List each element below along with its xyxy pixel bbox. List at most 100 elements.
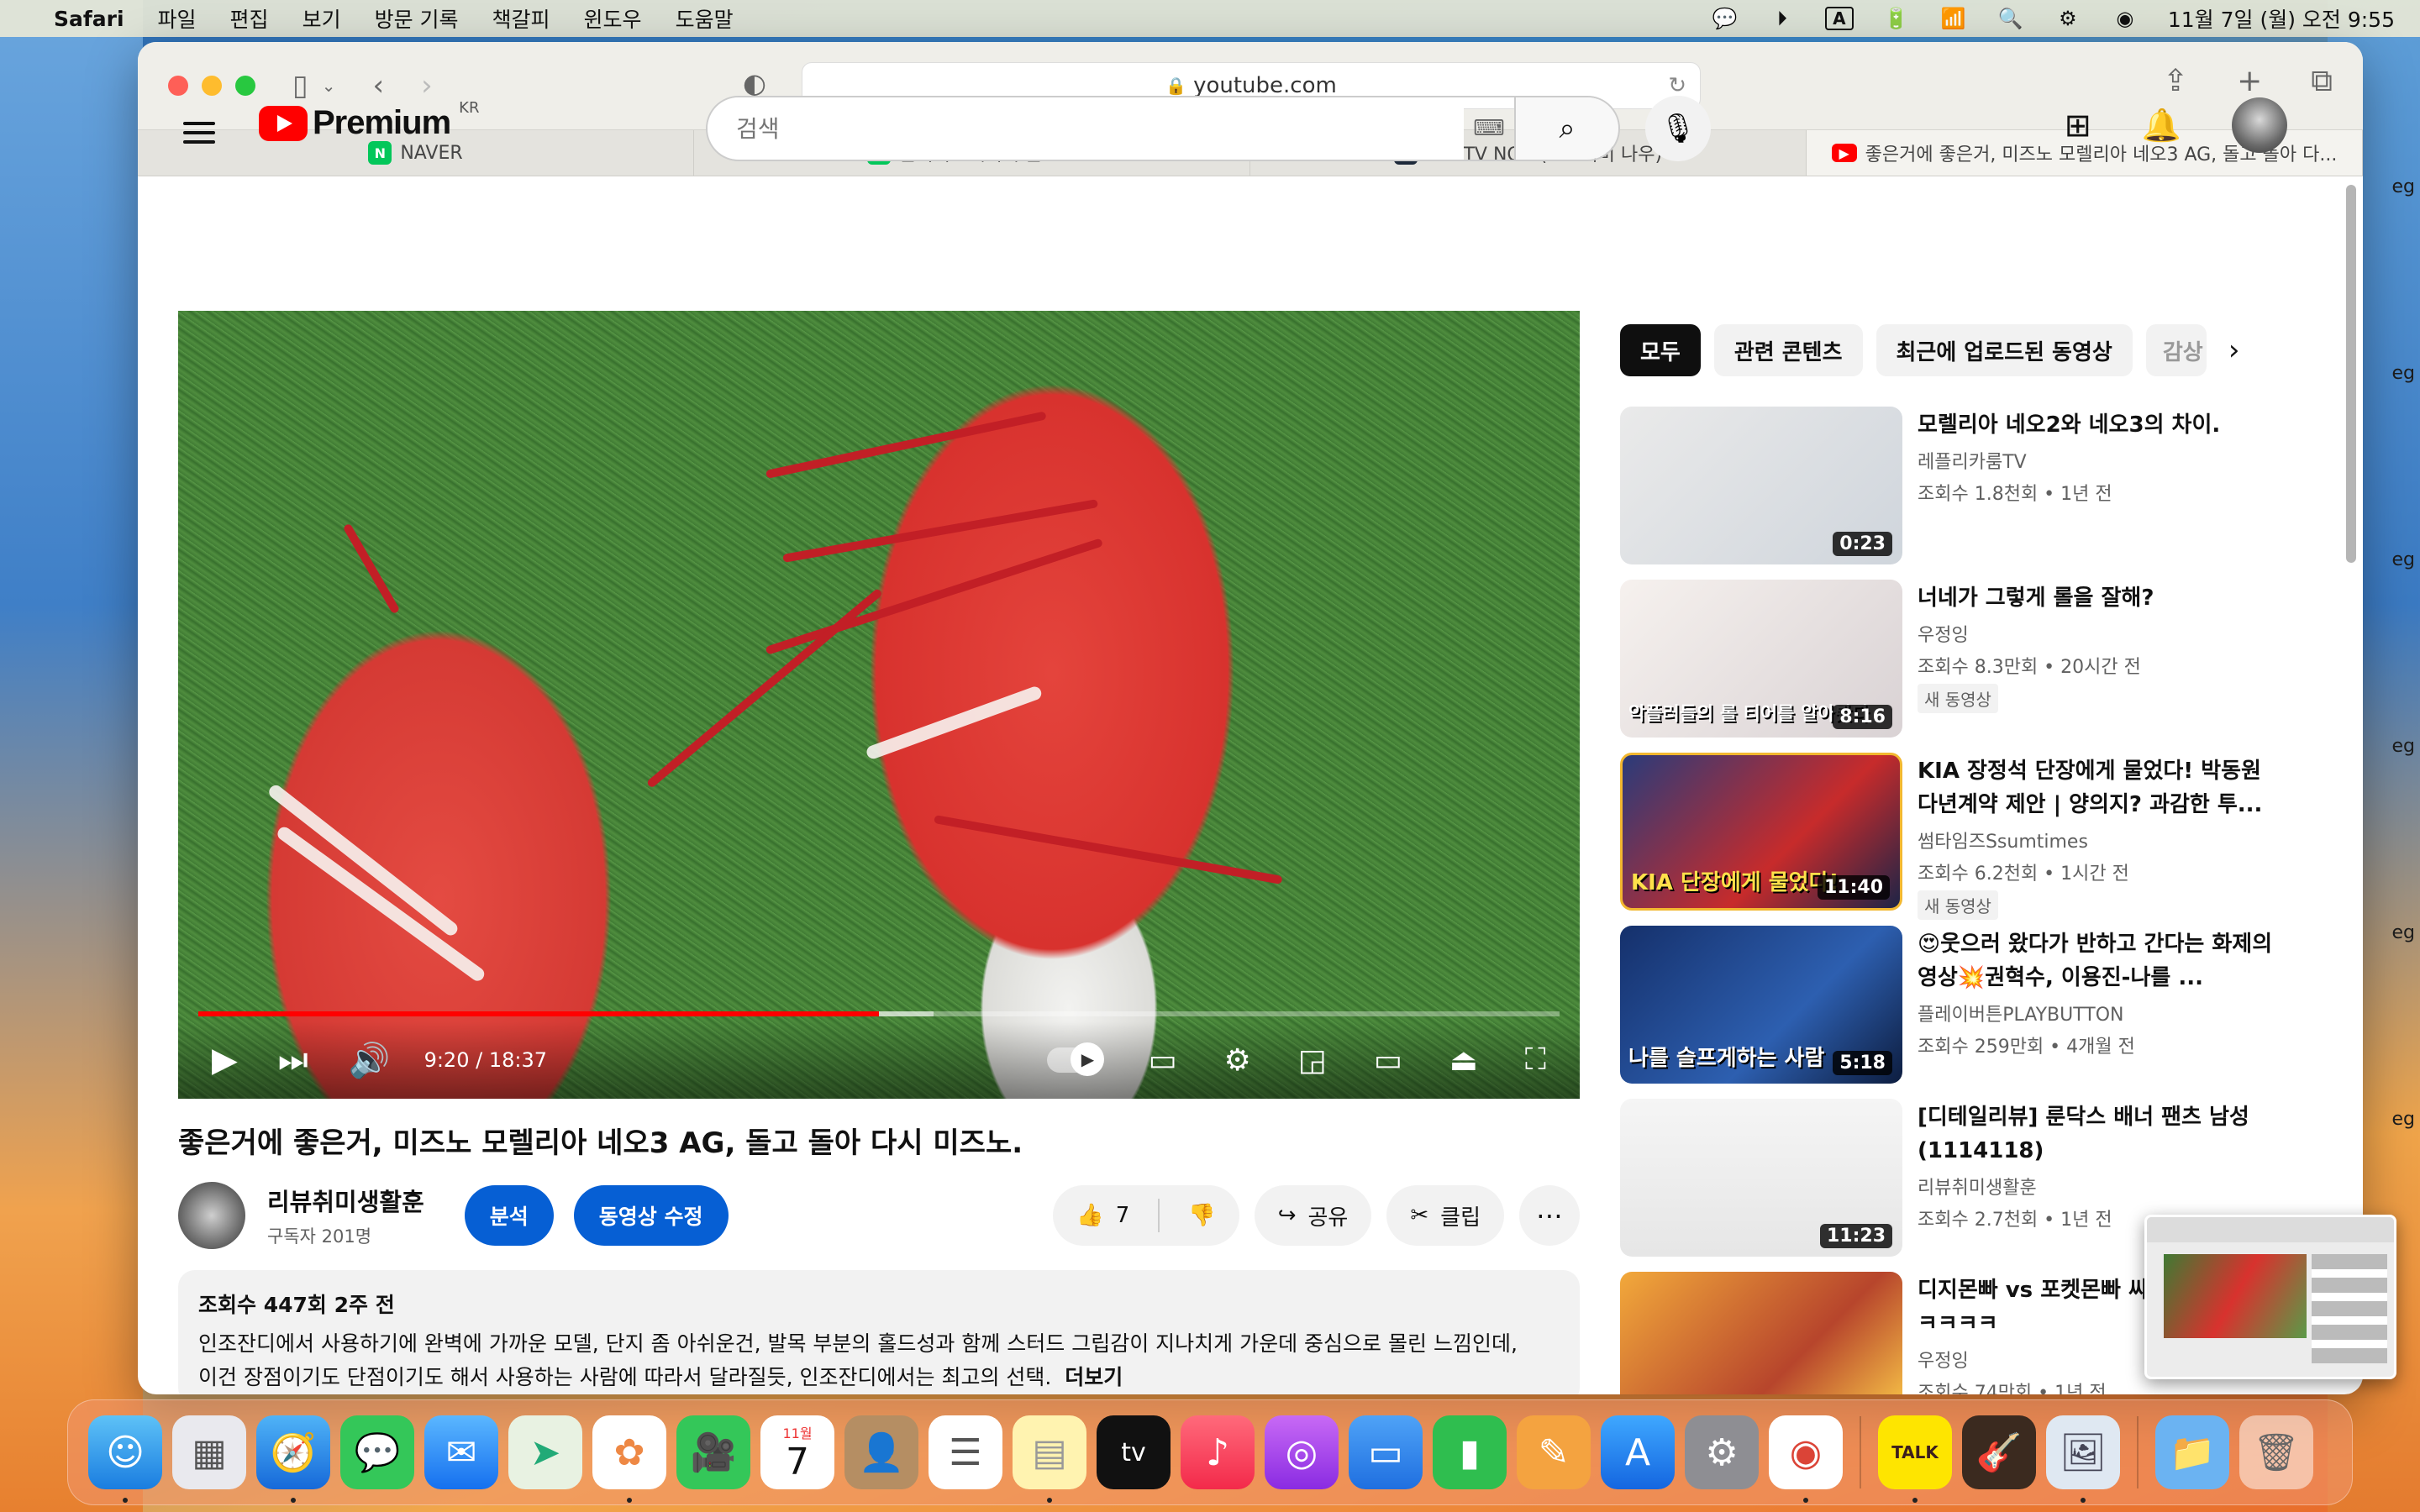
miniplayer-icon[interactable]: ◲	[1298, 1043, 1327, 1078]
sidebar-toggle-icon[interactable]: ▯	[292, 69, 308, 102]
video-title[interactable]: 😍웃으러 왔다가 반하고 간다는 화제의 영상💥권혁수, 이용진-나를 ...	[1918, 927, 2275, 995]
sidebar-chevron-down-icon[interactable]: ⌄	[322, 76, 336, 96]
fullscreen-icon[interactable]: ⛶	[1525, 1042, 1546, 1078]
video-thumbnail[interactable]: 0:23	[1620, 407, 1902, 564]
channel-name[interactable]: 썸타임즈Ssumtimes	[1918, 827, 2275, 853]
volume-icon[interactable]: 🔊	[349, 1041, 391, 1080]
recommended-video[interactable]: 나를 슬프게하는 사람 5:18 😍웃으러 왔다가 반하고 간다는 화제의 영상…	[1620, 926, 2275, 1099]
channel-name[interactable]: 리뷰취미생활훈	[1918, 1173, 2275, 1200]
trash-icon[interactable]: 🗑	[2239, 1415, 2313, 1489]
channel-avatar[interactable]	[178, 1182, 245, 1249]
back-button[interactable]: ‹	[372, 69, 384, 102]
recommended-video[interactable]: 악플러들의 롤 티어를 알아봤다 8:16 너네가 그렇게 롤을 잘해? 우정잉…	[1620, 580, 2275, 753]
contacts-icon[interactable]: 👤	[844, 1415, 918, 1489]
create-video-icon[interactable]: ⊞	[2065, 107, 2091, 144]
video-player[interactable]: ▶ ⏭ 🔊 9:20 / 18:37 ▭ ⚙ ◲ ▭ ⏏ ⛶	[178, 311, 1580, 1099]
show-more-link[interactable]: 더보기	[1065, 1365, 1123, 1389]
spotlight-search-icon[interactable]: 🔍	[1996, 7, 2025, 30]
garageband-icon[interactable]: 🎸	[1962, 1415, 2036, 1489]
menu-file[interactable]: 파일	[158, 3, 197, 34]
airplay-icon[interactable]: ⏏	[1449, 1043, 1478, 1078]
voice-search-button[interactable]: 🎙	[1645, 96, 1711, 161]
downloads-folder-icon[interactable]: 📁	[2155, 1415, 2229, 1489]
keyboard-icon[interactable]: ⌨	[1464, 97, 1514, 160]
video-title[interactable]: 너네가 그렇게 롤을 잘해?	[1918, 581, 2154, 615]
share-button[interactable]: ↪ 공유	[1254, 1185, 1372, 1246]
close-window-button[interactable]	[168, 76, 188, 96]
podcasts-icon[interactable]: ◎	[1265, 1415, 1339, 1489]
pages-icon[interactable]: ✎	[1517, 1415, 1591, 1489]
channel-name[interactable]: 리뷰취미생활훈	[267, 1183, 424, 1218]
theater-mode-icon[interactable]: ▭	[1374, 1043, 1402, 1078]
search-input[interactable]	[708, 97, 1464, 160]
video-thumbnail[interactable]	[1620, 1272, 1902, 1394]
chip-watched[interactable]: 감상	[2145, 324, 2207, 376]
battery-icon[interactable]: 🔋	[1882, 7, 1911, 30]
next-video-icon[interactable]: ⏭	[278, 1041, 308, 1079]
video-thumbnail[interactable]: KIA 단장에게 물었다! 11:40	[1620, 753, 1902, 911]
play-icon[interactable]: ▶	[212, 1041, 238, 1079]
menu-window[interactable]: 윈도우	[584, 3, 642, 34]
app-store-icon[interactable]: A	[1601, 1415, 1675, 1489]
menu-view[interactable]: 보기	[302, 3, 341, 34]
minimize-window-button[interactable]	[202, 76, 222, 96]
safari-icon[interactable]: 🧭	[256, 1415, 330, 1503]
menu-help[interactable]: 도움말	[676, 3, 734, 34]
menu-edit[interactable]: 편집	[230, 3, 269, 34]
chip-all[interactable]: 모두	[1620, 324, 1701, 376]
messages-icon[interactable]: 💬	[340, 1415, 414, 1489]
new-tab-icon[interactable]: +	[2237, 64, 2262, 99]
menu-bookmarks[interactable]: 책갈피	[492, 3, 550, 34]
siri-icon[interactable]: ◉	[2111, 7, 2139, 30]
clip-button[interactable]: ✂ 클립	[1386, 1185, 1504, 1246]
video-thumbnail[interactable]: 악플러들의 롤 티어를 알아봤다 8:16	[1620, 580, 1902, 738]
description-box[interactable]: 조회수 447회 2주 전 인조잔디에서 사용하기에 완벽에 가까운 모델, 단…	[178, 1270, 1580, 1394]
preview-icon[interactable]: 🖼	[2046, 1415, 2120, 1503]
media-play-status-icon[interactable]: ⏵	[1768, 7, 1797, 30]
maps-icon[interactable]: ➤	[508, 1415, 582, 1489]
numbers-icon[interactable]: ▮	[1433, 1415, 1507, 1489]
chevron-right-icon[interactable]: ›	[2228, 333, 2240, 367]
thumbs-up-icon[interactable]: 👍	[1076, 1203, 1103, 1228]
search-button[interactable]: ⌕	[1514, 97, 1618, 160]
launchpad-icon[interactable]: ▦	[172, 1415, 246, 1489]
youtube-premium-logo[interactable]: Premium KR	[259, 99, 479, 142]
calendar-icon[interactable]: 11월 7	[760, 1415, 834, 1489]
analytics-button[interactable]: 분석	[464, 1185, 554, 1246]
facetime-icon[interactable]: 🎥	[676, 1415, 750, 1489]
control-center-icon[interactable]: ⚙	[2054, 7, 2082, 30]
video-title[interactable]: 모렐리아 네오2와 네오3의 차이.	[1918, 408, 2220, 442]
account-avatar[interactable]	[2232, 97, 2287, 153]
page-scrollbar[interactable]	[2346, 185, 2356, 563]
autoplay-toggle[interactable]	[1047, 1042, 1105, 1076]
reminders-icon[interactable]: ☰	[929, 1415, 1002, 1489]
keynote-icon[interactable]: ▭	[1349, 1415, 1423, 1489]
chip-related[interactable]: 관련 콘텐츠	[1713, 324, 1863, 376]
thumbs-down-icon[interactable]: 👎	[1188, 1203, 1215, 1228]
video-progress-bar[interactable]	[198, 1011, 1560, 1016]
privacy-shield-icon[interactable]: ◐	[743, 67, 766, 99]
menubar-clock[interactable]: 11월 7일 (월) 오전 9:55	[2168, 3, 2395, 34]
channel-name[interactable]: 우정잉	[1918, 620, 2154, 647]
recommended-video[interactable]: KIA 단장에게 물었다! 11:40 KIA 장정석 단장에게 물었다! 박동…	[1620, 753, 2275, 926]
channel-name[interactable]: 플레이버튼PLAYBUTTON	[1918, 1000, 2275, 1026]
music-icon[interactable]: ♪	[1181, 1415, 1255, 1489]
subtitles-icon[interactable]: ▭	[1148, 1043, 1176, 1078]
finder-icon[interactable]: ☺	[88, 1415, 162, 1503]
tab-overview-icon[interactable]: ⧉	[2311, 64, 2333, 99]
video-title[interactable]: KIA 장정석 단장에게 물었다! 박동원 다년계약 제안 | 양의지? 과감한…	[1918, 754, 2275, 822]
mail-icon[interactable]: ✉	[424, 1415, 498, 1489]
screenshot-preview-thumbnail[interactable]	[2144, 1215, 2396, 1379]
photos-icon[interactable]: ✿	[592, 1415, 666, 1503]
chip-recently-uploaded[interactable]: 최근에 업로드된 동영상	[1876, 324, 2133, 376]
system-settings-icon[interactable]: ⚙	[1685, 1415, 1759, 1489]
recommended-video[interactable]: 0:23 모렐리아 네오2와 네오3의 차이. 레플리카룸TV 조회수 1.8천…	[1620, 407, 2275, 580]
guide-menu-icon[interactable]	[183, 116, 215, 150]
more-actions-button[interactable]: ⋯	[1519, 1185, 1580, 1246]
kakaotalk-icon[interactable]: TALK	[1878, 1415, 1952, 1503]
zoom-window-button[interactable]	[235, 76, 255, 96]
share-icon[interactable]: ⇪	[2163, 64, 2188, 99]
menu-history[interactable]: 방문 기록	[375, 3, 459, 34]
notifications-bell-icon[interactable]: 🔔	[2142, 107, 2181, 144]
forward-button[interactable]: ›	[421, 69, 433, 102]
